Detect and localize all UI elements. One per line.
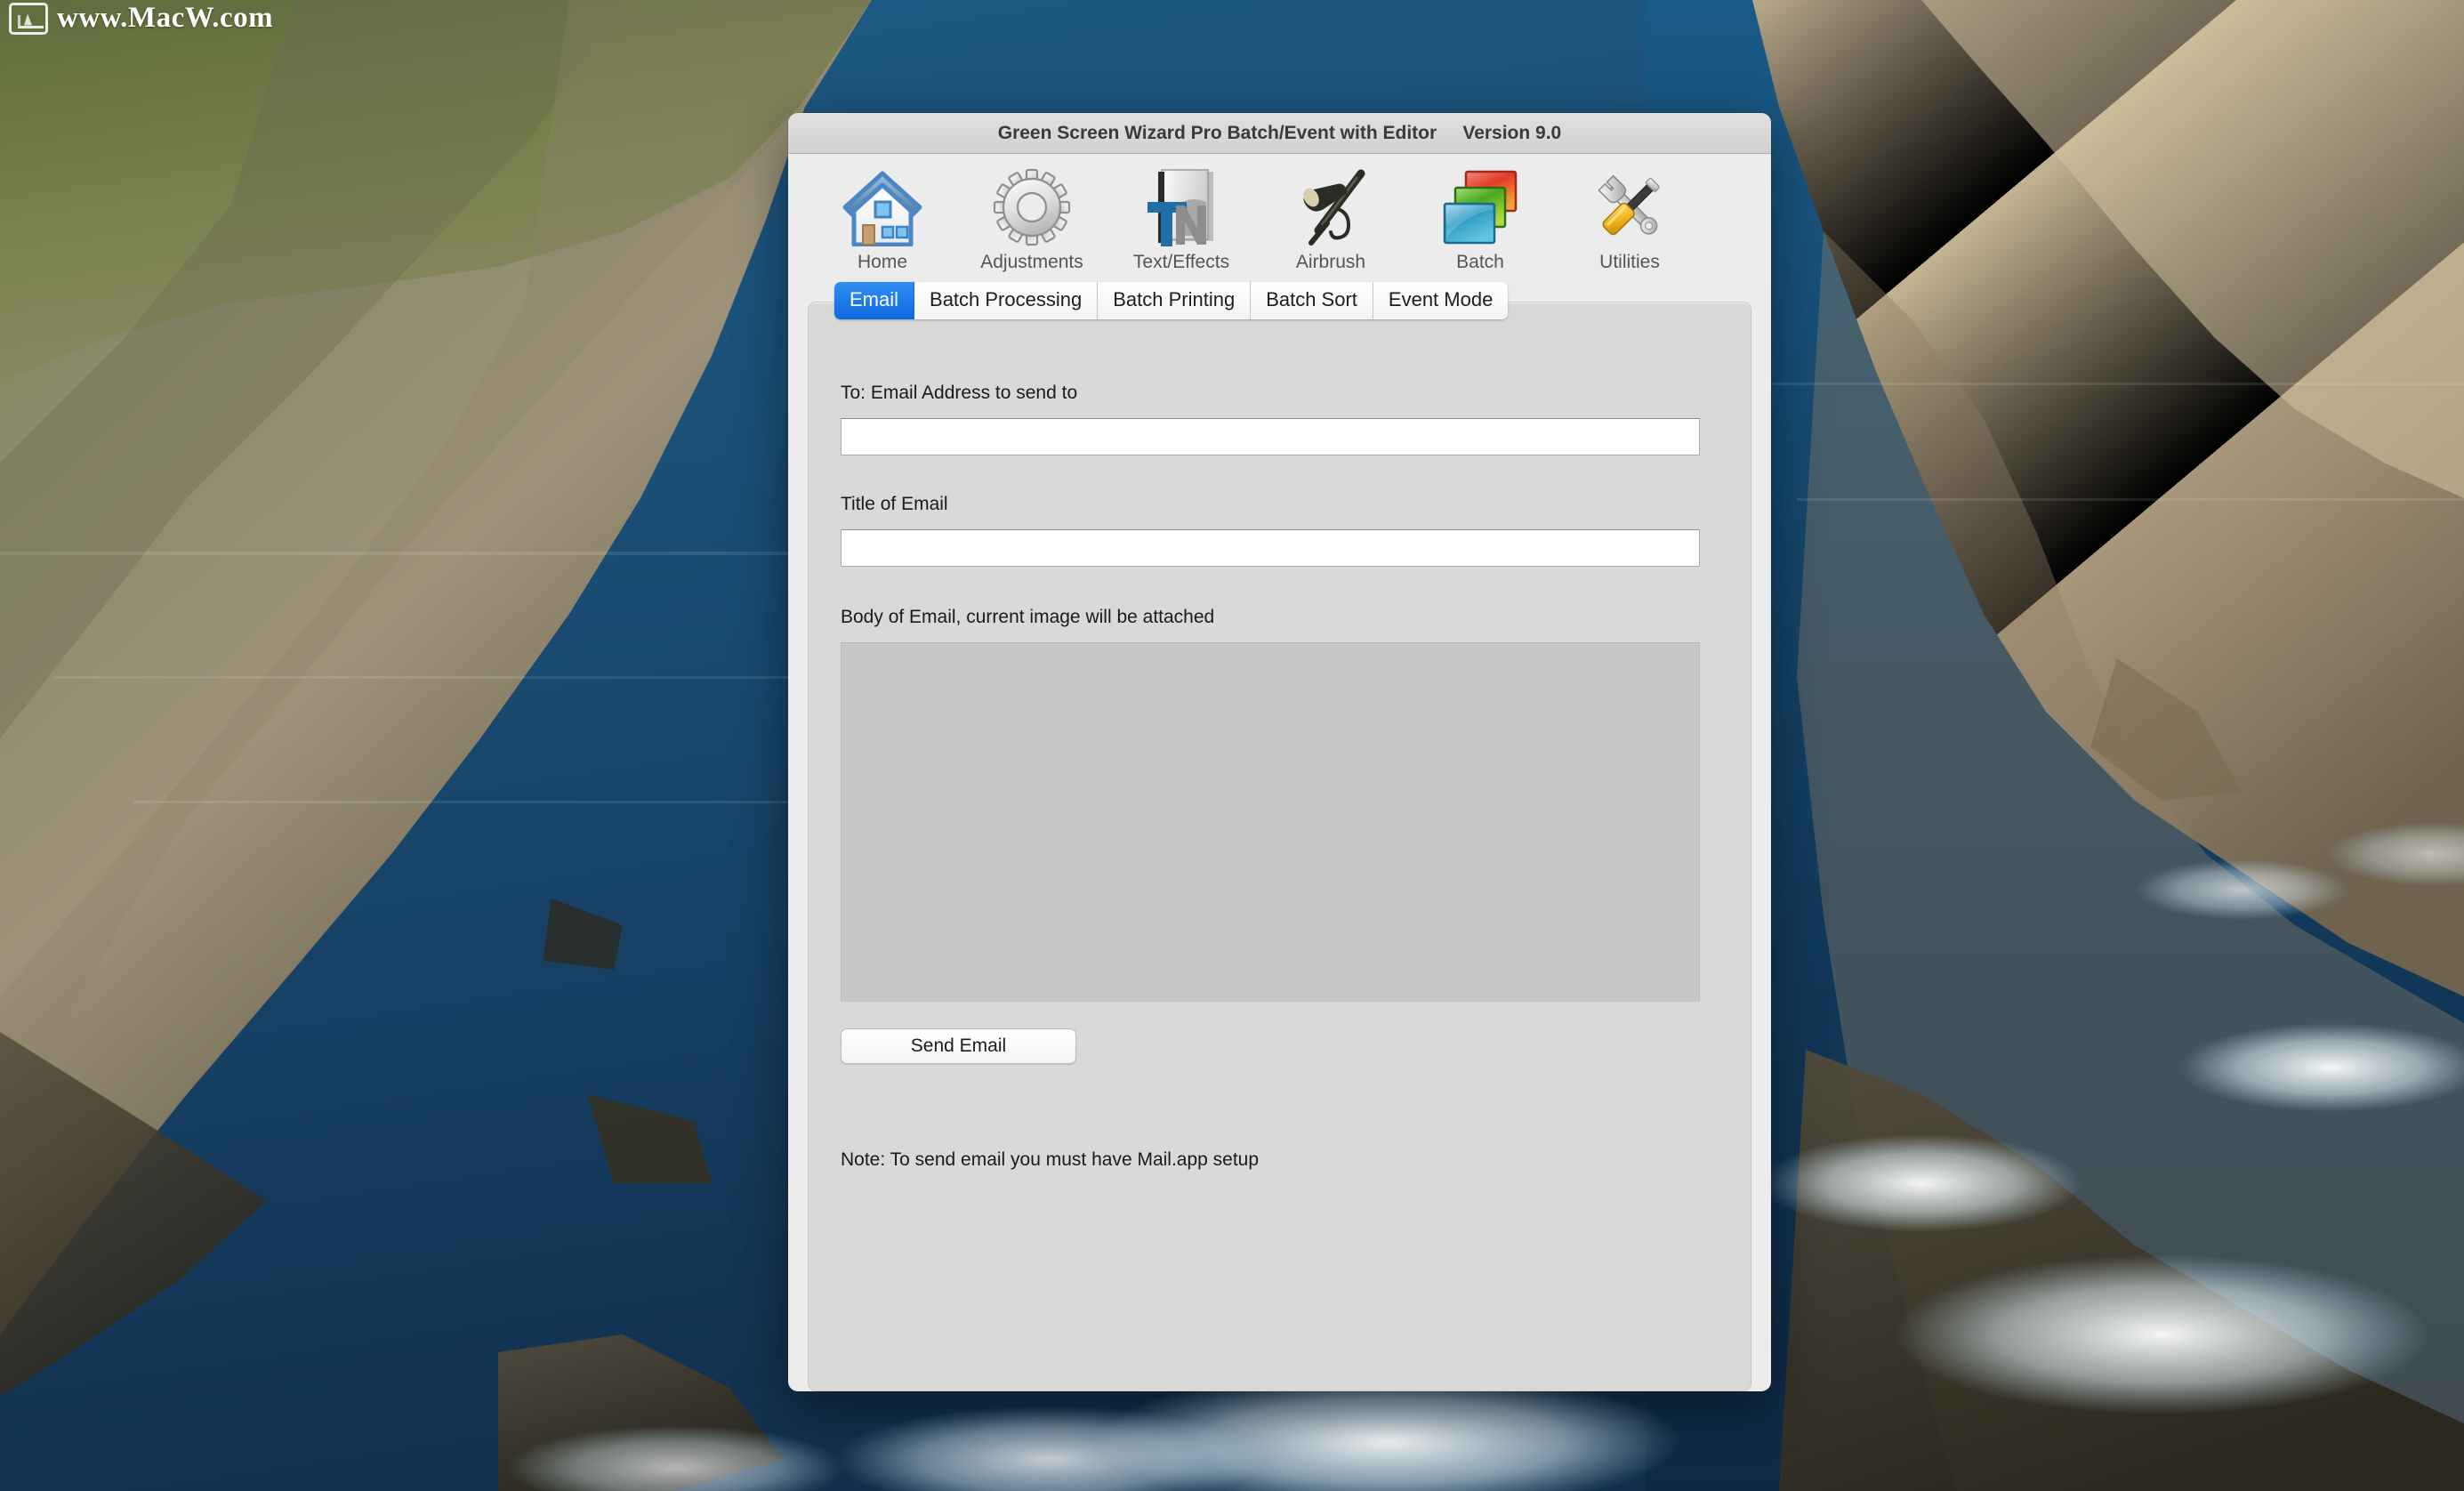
tab-batch-sort[interactable]: Batch Sort xyxy=(1251,282,1373,319)
toolbar-item-label: Utilities xyxy=(1599,252,1660,272)
title-of-email-input[interactable] xyxy=(841,529,1700,567)
tab-batch-printing[interactable]: Batch Printing xyxy=(1098,282,1252,319)
main-toolbar: Home Adjustments Text/Effects Airbrush B… xyxy=(788,154,1771,278)
body-of-email-textarea[interactable] xyxy=(841,642,1700,1002)
toolbar-item-label: Adjustments xyxy=(980,252,1083,272)
watermark: www.MacW.com xyxy=(9,2,273,35)
toolbar-item-label: Airbrush xyxy=(1295,252,1366,272)
toolbar-item-adjustments[interactable]: Adjustments xyxy=(957,165,1107,273)
text-effects-icon xyxy=(1139,165,1224,250)
tab-group: Email Batch Processing Batch Printing Ba… xyxy=(808,282,1751,1391)
stacked-images-icon xyxy=(1437,165,1523,250)
body-of-email-label: Body of Email, current image will be att… xyxy=(841,607,1215,627)
toolbar-item-utilities[interactable]: Utilities xyxy=(1555,165,1704,273)
to-email-label: To: Email Address to send to xyxy=(841,383,1078,403)
toolbar-item-airbrush[interactable]: Airbrush xyxy=(1256,165,1405,273)
title-of-email-label: Title of Email xyxy=(841,494,948,514)
app-window: Green Screen Wizard Pro Batch/Event with… xyxy=(788,113,1771,1391)
window-titlebar: Green Screen Wizard Pro Batch/Event with… xyxy=(788,113,1771,154)
mail-setup-note: Note: To send email you must have Mail.a… xyxy=(841,1149,1260,1170)
airbrush-icon xyxy=(1288,165,1373,250)
monitor-icon xyxy=(9,2,48,35)
window-title: Green Screen Wizard Pro Batch/Event with… xyxy=(997,122,1562,143)
wrench-screwdriver-icon xyxy=(1587,165,1672,250)
house-icon xyxy=(840,165,925,250)
toolbar-item-label: Text/Effects xyxy=(1132,252,1230,272)
to-email-input[interactable] xyxy=(841,418,1700,455)
tab-event-mode[interactable]: Event Mode xyxy=(1373,282,1509,319)
tab-email[interactable]: Email xyxy=(834,282,915,319)
toolbar-item-home[interactable]: Home xyxy=(808,165,957,273)
toolbar-item-batch[interactable]: Batch xyxy=(1405,165,1555,273)
toolbar-item-label: Home xyxy=(857,252,908,272)
tab-bar: Email Batch Processing Batch Printing Ba… xyxy=(834,282,1509,319)
send-email-button[interactable]: Send Email xyxy=(841,1028,1076,1064)
tab-batch-processing[interactable]: Batch Processing xyxy=(914,282,1099,319)
email-tab-panel: To: Email Address to send to Title of Em… xyxy=(808,302,1751,1391)
toolbar-item-label: Batch xyxy=(1456,252,1504,272)
watermark-text: www.MacW.com xyxy=(57,2,274,34)
toolbar-item-text-effects[interactable]: Text/Effects xyxy=(1107,165,1256,273)
gear-icon xyxy=(989,165,1075,250)
